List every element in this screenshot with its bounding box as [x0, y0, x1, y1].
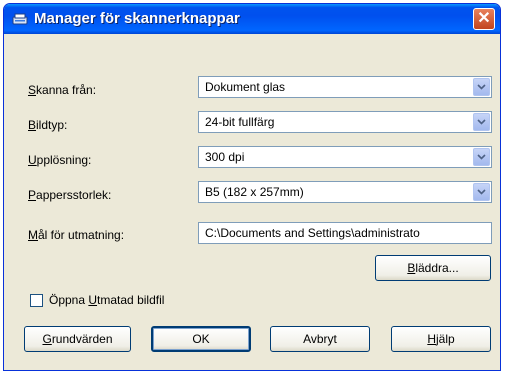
browse-button[interactable]: Bläddra... — [375, 255, 491, 281]
scanner-app-icon — [12, 12, 28, 26]
resolution-label-mnemonic: U — [28, 153, 37, 167]
close-button[interactable]: ✕ — [473, 8, 495, 30]
paper-size-select[interactable]: B5 (182 x 257mm) — [198, 181, 492, 203]
save-target-label-text: ål för utmatning: — [38, 228, 125, 242]
resolution-value: 300 dpi — [205, 150, 245, 164]
paper-size-value: B5 (182 x 257mm) — [205, 185, 304, 199]
resolution-label-text: pplösning: — [36, 153, 92, 167]
scan-from-label-mnemonic: S — [28, 83, 37, 97]
open-output-label-rest: tmatad bildfil — [97, 293, 165, 307]
image-type-label: Bildtyp: — [28, 118, 67, 132]
image-type-label-text: ildtyp: — [36, 118, 68, 132]
chevron-down-icon[interactable] — [473, 148, 490, 166]
paper-size-label-mnemonic: P — [28, 188, 37, 202]
scan-from-label: Skanna från: — [28, 83, 96, 97]
open-output-label-pre: Öppna — [49, 293, 89, 307]
image-type-select[interactable]: 24-bit fullfärg — [198, 111, 492, 133]
scan-from-value: Dokument glas — [205, 80, 286, 94]
open-output-label-mnemonic: U — [88, 293, 98, 307]
open-output-checkbox-label[interactable]: Öppna Utmatad bildfil — [49, 293, 164, 307]
help-button-label: jälp — [435, 332, 455, 346]
browse-button-label: läddra... — [415, 261, 459, 275]
save-target-value: C:\Documents and Settings\administrato — [205, 226, 420, 240]
save-target-label: Mål för utmatning: — [28, 228, 124, 242]
help-button-mnemonic: H — [427, 332, 436, 346]
window-title: Manager för skannerknappar — [34, 10, 240, 27]
defaults-button-mnemonic: G — [42, 332, 52, 346]
open-output-checkbox[interactable] — [30, 294, 43, 307]
scan-from-select[interactable]: Dokument glas — [198, 76, 492, 98]
chevron-down-icon[interactable] — [473, 113, 490, 131]
chevron-down-icon[interactable] — [473, 183, 490, 201]
cancel-button[interactable]: Avbryt — [270, 326, 370, 352]
title-bar[interactable]: Manager för skannerknappar ✕ — [4, 4, 500, 34]
defaults-button[interactable]: Grundvärden — [24, 326, 131, 352]
paper-size-label-text: appersstorlek: — [36, 188, 112, 202]
resolution-select[interactable]: 300 dpi — [198, 146, 492, 168]
help-button[interactable]: Hjälp — [391, 326, 491, 352]
paper-size-label: Pappersstorlek: — [28, 188, 111, 202]
scan-from-label-text: kanna från: — [36, 83, 97, 97]
image-type-value: 24-bit fullfärg — [205, 115, 275, 129]
dialog-window: Manager för skannerknappar ✕ Skanna från… — [3, 3, 501, 371]
save-target-field[interactable]: C:\Documents and Settings\administrato — [198, 222, 492, 244]
close-icon: ✕ — [477, 10, 491, 27]
defaults-button-label: rundvärden — [51, 332, 113, 346]
chevron-down-icon[interactable] — [473, 78, 490, 96]
image-type-label-mnemonic: B — [28, 118, 37, 132]
ok-button[interactable]: OK — [151, 326, 251, 352]
save-target-label-mnemonic: M — [28, 228, 38, 242]
resolution-label: Upplösning: — [28, 153, 91, 167]
